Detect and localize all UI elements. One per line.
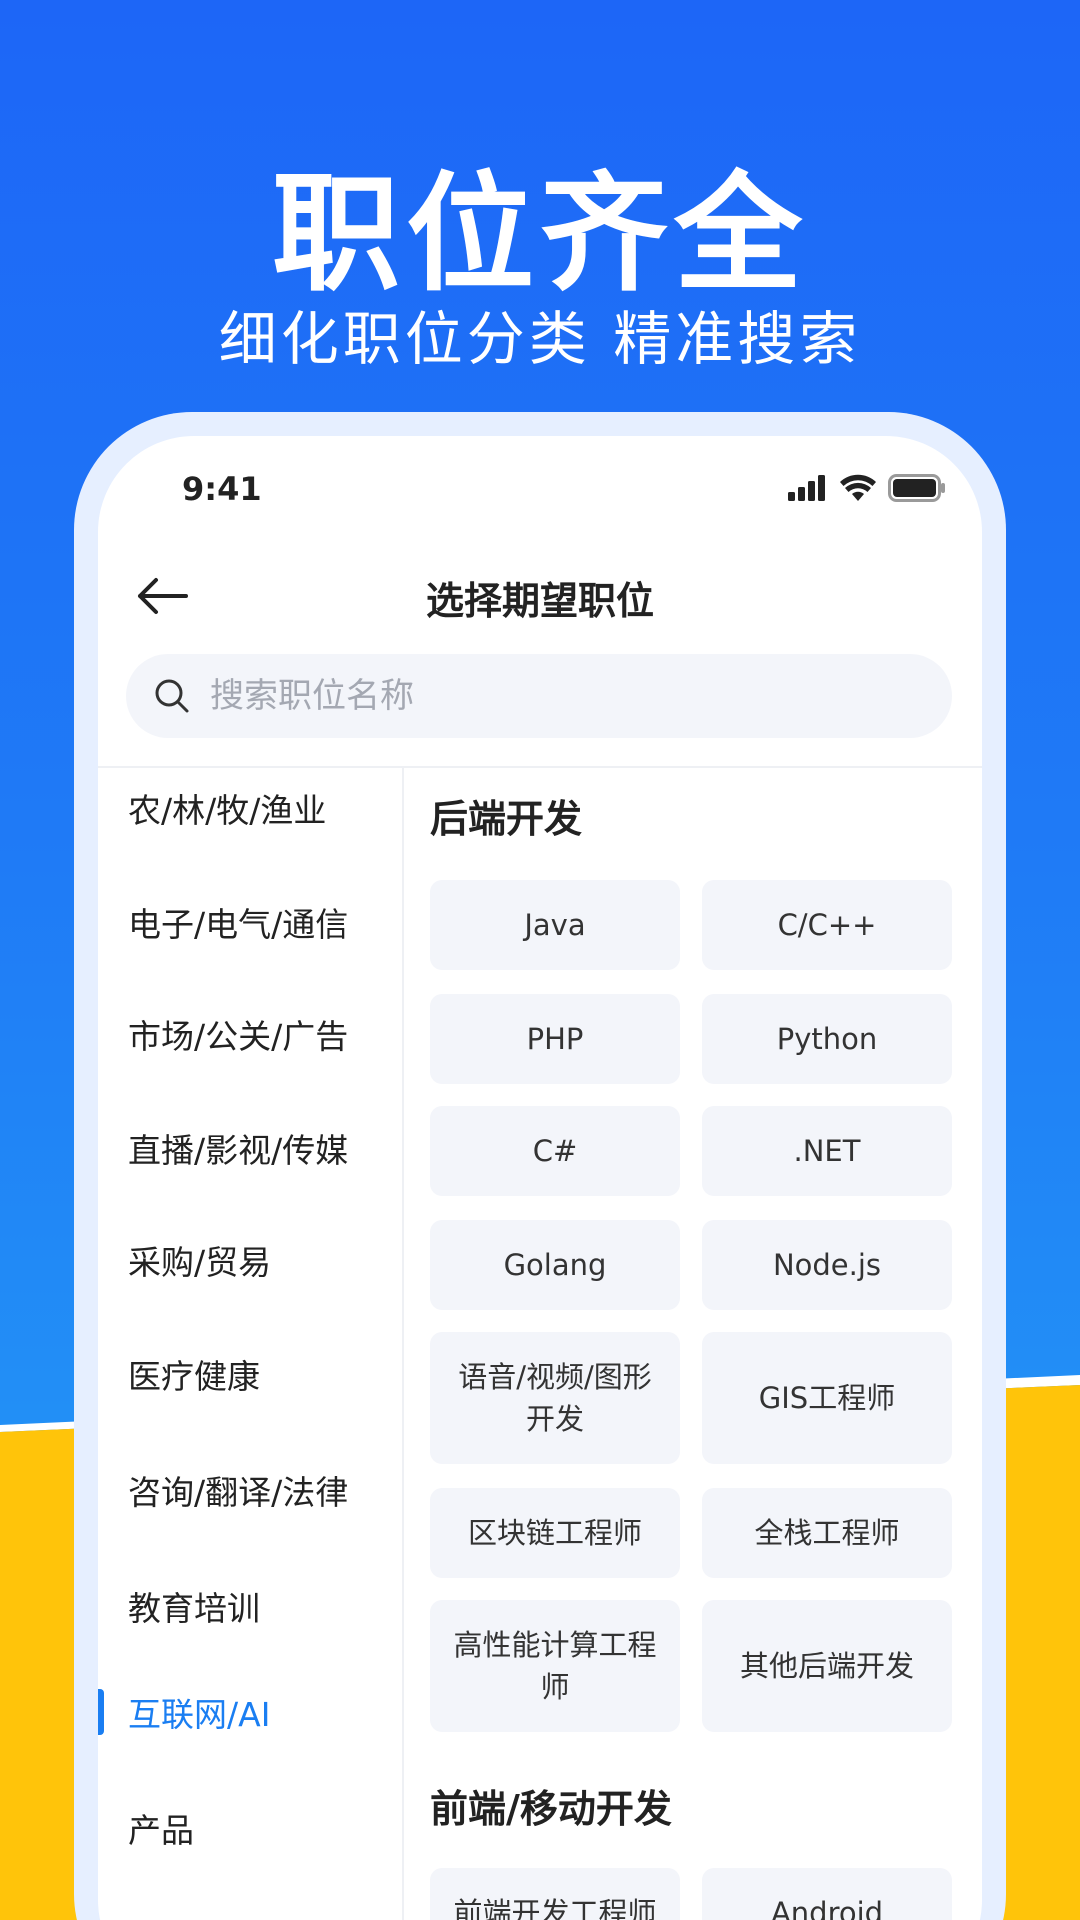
job-chip[interactable]: .NET: [702, 1106, 952, 1196]
sidebar-item-trade[interactable]: 采购/贸易: [98, 1220, 402, 1300]
job-chip[interactable]: PHP: [430, 994, 680, 1084]
signal-icon: [788, 475, 825, 501]
job-chip[interactable]: 前端开发工程师: [430, 1868, 680, 1920]
sidebar-item-electronics[interactable]: 电子/电气/通信: [98, 882, 402, 962]
job-content: 后端开发 Java C/C++ PHP Python C# .NET Golan…: [404, 768, 982, 1920]
job-chip[interactable]: 语音/视频/图形开发: [430, 1332, 680, 1464]
job-chip[interactable]: 全栈工程师: [702, 1488, 952, 1578]
section-title-backend: 后端开发: [430, 797, 583, 841]
job-chip[interactable]: Java: [430, 880, 680, 970]
sidebar-item-consulting[interactable]: 咨询/翻译/法律: [98, 1450, 402, 1530]
section-title-frontend: 前端/移动开发: [430, 1787, 672, 1831]
job-chip[interactable]: 高性能计算工程师: [430, 1600, 680, 1732]
promo-subtitle: 细化职位分类 精准搜索: [218, 305, 862, 373]
wifi-icon: [840, 474, 876, 501]
job-chip[interactable]: 其他后端开发: [702, 1600, 952, 1732]
status-bar: 9:41: [98, 436, 982, 546]
promo-title: 职位齐全: [271, 160, 808, 309]
status-icons: [788, 474, 946, 502]
battery-icon: [888, 474, 945, 502]
job-chip[interactable]: C/C++: [702, 880, 952, 970]
job-chip[interactable]: Node.js: [702, 1220, 952, 1310]
job-chip[interactable]: 区块链工程师: [430, 1488, 680, 1578]
job-chip[interactable]: Golang: [430, 1220, 680, 1310]
status-time: 9:41: [182, 470, 262, 508]
page-title: 选择期望职位: [425, 579, 654, 623]
job-chip[interactable]: C#: [430, 1106, 680, 1196]
sidebar-item-internet-ai[interactable]: 互联网/AI: [98, 1672, 402, 1752]
sidebar-item-healthcare[interactable]: 医疗健康: [98, 1334, 402, 1414]
phone-screen: 9:41 选择期望职位 搜索职位名称 农/林/牧/渔业 电子/电气/通信 市场/…: [98, 436, 982, 1920]
category-sidebar: 农/林/牧/渔业 电子/电气/通信 市场/公关/广告 直播/影视/传媒 采购/贸…: [98, 768, 402, 1920]
sidebar-item-agriculture[interactable]: 农/林/牧/渔业: [98, 768, 402, 848]
search-bar[interactable]: [126, 654, 952, 738]
sidebar-item-marketing[interactable]: 市场/公关/广告: [98, 994, 402, 1074]
sidebar-item-product[interactable]: 产品: [98, 1788, 402, 1868]
nav-bar: 选择期望职位: [98, 546, 982, 646]
search-icon: [154, 678, 190, 714]
job-chip[interactable]: Python: [702, 994, 952, 1084]
sidebar-item-media[interactable]: 直播/影视/传媒: [98, 1108, 402, 1188]
job-chip[interactable]: Android: [702, 1868, 952, 1920]
search-input[interactable]: [210, 676, 910, 716]
sidebar-item-education[interactable]: 教育培训: [98, 1566, 402, 1646]
job-chip[interactable]: GIS工程师: [702, 1332, 952, 1464]
